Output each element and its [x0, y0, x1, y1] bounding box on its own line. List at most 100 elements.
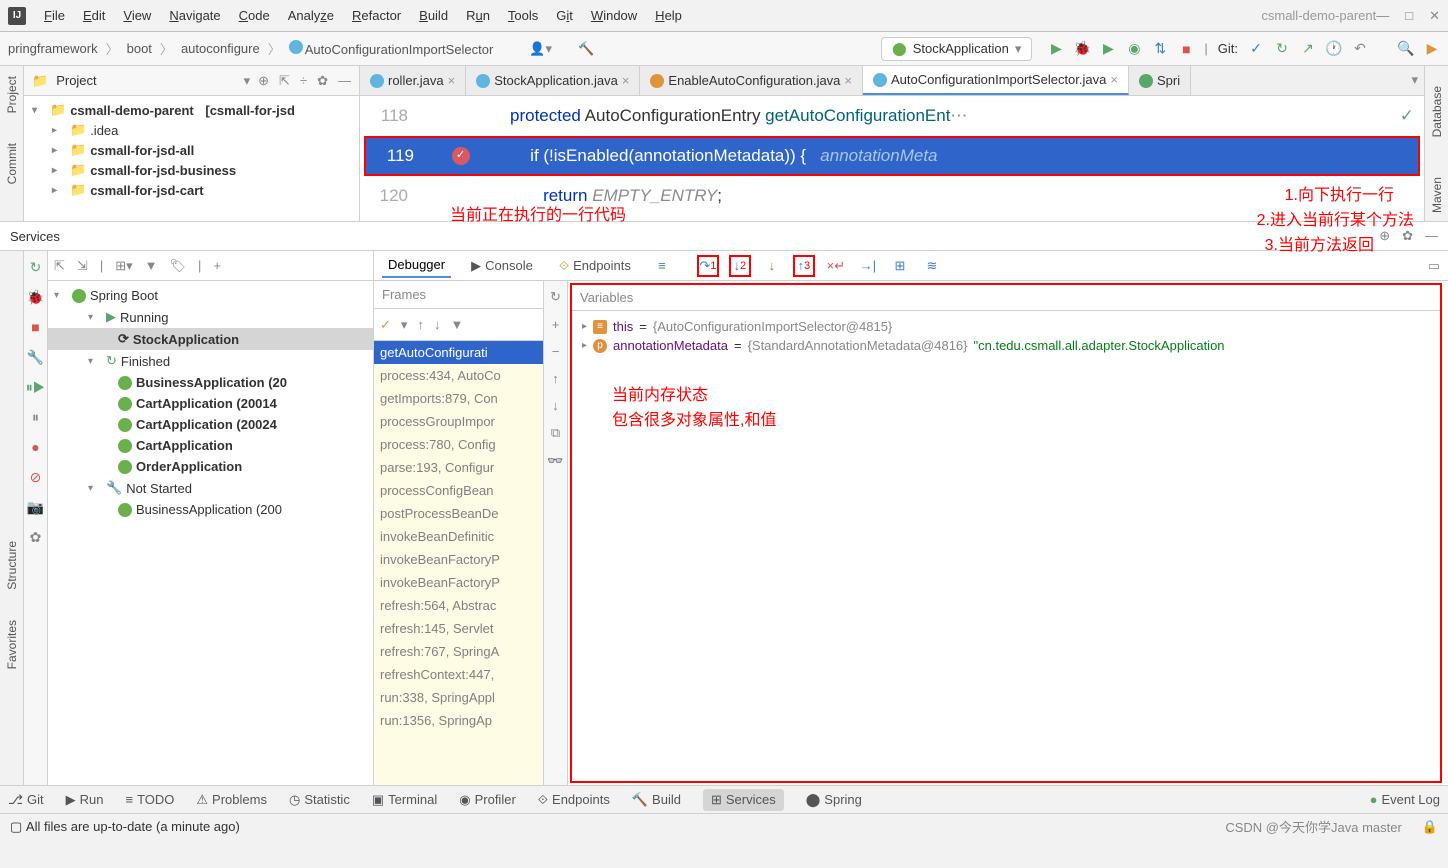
tree-leaf[interactable]: BusinessApplication (20 [48, 372, 373, 393]
variable-row[interactable]: ▸p annotationMetadata = {StandardAnnotat… [578, 336, 1434, 355]
next-frame-icon[interactable]: ↓ [434, 317, 441, 332]
menu-window[interactable]: Window [583, 4, 645, 27]
close-button[interactable]: ✕ [1429, 8, 1440, 24]
camera-icon[interactable]: 📷 [28, 499, 44, 515]
favorites-tool-button[interactable]: Favorites [5, 620, 19, 669]
frame-item[interactable]: invokeBeanFactoryP [374, 571, 543, 594]
coverage-button[interactable]: ▶ [1100, 41, 1116, 57]
tag-icon[interactable]: 🏷 [170, 258, 187, 274]
bottom-tab-services[interactable]: ⊞ Services [703, 789, 784, 811]
frame-item[interactable]: invokeBeanFactoryP [374, 548, 543, 571]
tree-item[interactable]: ▸📁csmall-for-jsd-business [24, 160, 359, 180]
collapse-icon[interactable]: ÷ [300, 73, 307, 89]
frame-item[interactable]: postProcessBeanDe [374, 502, 543, 525]
stop-icon[interactable]: ■ [28, 319, 44, 335]
trace-icon[interactable]: ≋ [921, 255, 943, 277]
tree-leaf-selected[interactable]: ⟳StockApplication [48, 328, 373, 350]
breadcrumb-item[interactable]: boot [127, 41, 152, 56]
tree-item[interactable]: ▸📁csmall-for-jsd-all [24, 140, 359, 160]
frame-item[interactable]: process:780, Config [374, 433, 543, 456]
select-opened-icon[interactable]: ⊕ [258, 73, 269, 89]
profile-button[interactable]: ◉ [1126, 41, 1142, 57]
event-log-button[interactable]: ● Event Log [1370, 792, 1440, 807]
debug-button[interactable]: 🐞 [1074, 41, 1090, 57]
menu-edit[interactable]: Edit [75, 4, 113, 27]
bottom-tab-git[interactable]: ⎇ Git [8, 792, 44, 808]
tree-node[interactable]: ▾Spring Boot [48, 285, 373, 306]
minimize-button[interactable]: — [1376, 8, 1389, 24]
breadcrumb-item[interactable]: pringframework [8, 41, 98, 56]
filter-frame-icon[interactable]: ▼ [450, 317, 463, 332]
collapse-all-icon[interactable]: ⇲ [77, 258, 88, 274]
run-icon[interactable]: 🐞 [28, 289, 44, 305]
menu-run[interactable]: Run [458, 4, 498, 27]
expand-icon[interactable]: ⇱ [279, 73, 290, 89]
tree-leaf[interactable]: CartApplication [48, 435, 373, 456]
prev-frame-icon[interactable]: ↑ [417, 317, 424, 332]
menu-analyze[interactable]: Analyze [280, 4, 342, 27]
tree-leaf[interactable]: CartApplication (20024 [48, 414, 373, 435]
maximize-button[interactable]: □ [1405, 8, 1413, 24]
frame-item[interactable]: processGroupImpor [374, 410, 543, 433]
force-step-into-button[interactable]: ↓ [761, 255, 783, 277]
evaluate-icon[interactable]: ⊞ [889, 255, 911, 277]
frame-item[interactable]: refresh:145, Servlet [374, 617, 543, 640]
down-icon[interactable]: ↓ [552, 398, 559, 413]
menu-view[interactable]: View [115, 4, 159, 27]
project-title[interactable]: Project [56, 73, 235, 88]
breadcrumb-item[interactable]: autoconfigure [181, 41, 260, 56]
menu-tools[interactable]: Tools [500, 4, 546, 27]
settings-icon[interactable]: ✿ [1402, 228, 1413, 244]
debugger-tab-console[interactable]: ▶ Console [465, 254, 539, 278]
status-icon[interactable]: ▢ [10, 819, 22, 835]
tree-leaf[interactable]: BusinessApplication (200 [48, 499, 373, 520]
attach-button[interactable]: ⇅ [1152, 41, 1168, 57]
editor-tab[interactable]: EnableAutoConfiguration.java× [640, 66, 863, 95]
editor-tab[interactable]: roller.java× [360, 66, 466, 95]
bottom-tab-endpoints[interactable]: ⟐ Endpoints [538, 792, 610, 808]
frame-item[interactable]: process:434, AutoCo [374, 364, 543, 387]
threads-icon[interactable]: ≡ [651, 255, 673, 277]
bottom-tab-terminal[interactable]: ▣ Terminal [372, 792, 437, 808]
rerun-icon[interactable]: ↻ [28, 259, 44, 275]
stop-button[interactable]: ■ [1178, 41, 1194, 57]
run-to-cursor-icon[interactable]: →| [857, 255, 879, 277]
resume-icon[interactable]: ⏸▶ [28, 379, 44, 395]
bottom-tab-profiler[interactable]: ◉ Profiler [459, 792, 516, 808]
mute-bp-icon[interactable]: ⊘ [28, 469, 44, 485]
tree-leaf[interactable]: CartApplication (20014 [48, 393, 373, 414]
drop-frame-icon[interactable]: ×↵ [825, 255, 847, 277]
run-config-selector[interactable]: ⬤ StockApplication ▾ [881, 37, 1032, 61]
git-history-icon[interactable]: 🕐 [1326, 41, 1342, 57]
copy-icon[interactable]: ⧉ [551, 425, 560, 441]
menu-build[interactable]: Build [411, 4, 456, 27]
editor-tab[interactable]: StockApplication.java× [466, 66, 640, 95]
tab-overflow-icon[interactable]: ▾ [1405, 66, 1424, 95]
bottom-tab-run[interactable]: ▶ Run [66, 792, 104, 808]
breakpoint-icon[interactable] [452, 147, 470, 165]
step-out-button[interactable]: ↑3 [793, 255, 815, 277]
frame-item[interactable]: run:1356, SpringAp [374, 709, 543, 732]
frame-item[interactable]: refreshContext:447, [374, 663, 543, 686]
settings-icon[interactable]: ✿ [317, 73, 328, 89]
hide-icon[interactable]: — [1425, 228, 1438, 244]
tree-item[interactable]: ▸📁csmall-for-jsd-cart [24, 180, 359, 200]
bottom-tab-todo[interactable]: ≡ TODO [125, 792, 174, 807]
structure-tool-button[interactable]: Structure [5, 541, 19, 590]
group-icon[interactable]: ⊞▾ [115, 258, 132, 274]
debugger-tab-debugger[interactable]: Debugger [382, 253, 451, 278]
editor-tab[interactable]: Spri [1129, 66, 1191, 95]
menu-navigate[interactable]: Navigate [161, 4, 228, 27]
database-tool-button[interactable]: Database [1430, 86, 1444, 137]
frame-item[interactable]: getImports:879, Con [374, 387, 543, 410]
tree-item[interactable]: ▸📁.idea [24, 120, 359, 140]
target-icon[interactable]: ⊕ [1379, 228, 1390, 244]
pause-icon[interactable]: ⏸ [28, 409, 44, 425]
tree-node[interactable]: ▾🔧Not Started [48, 477, 373, 499]
layout-icon[interactable]: ▭ [1428, 258, 1440, 274]
frame-item[interactable]: run:338, SpringAppl [374, 686, 543, 709]
run-button[interactable]: ▶ [1048, 41, 1064, 57]
check-icon[interactable]: ✓ [380, 317, 391, 333]
git-update-icon[interactable]: ✓ [1248, 41, 1264, 57]
lock-icon[interactable]: 🔒 [1422, 819, 1438, 835]
